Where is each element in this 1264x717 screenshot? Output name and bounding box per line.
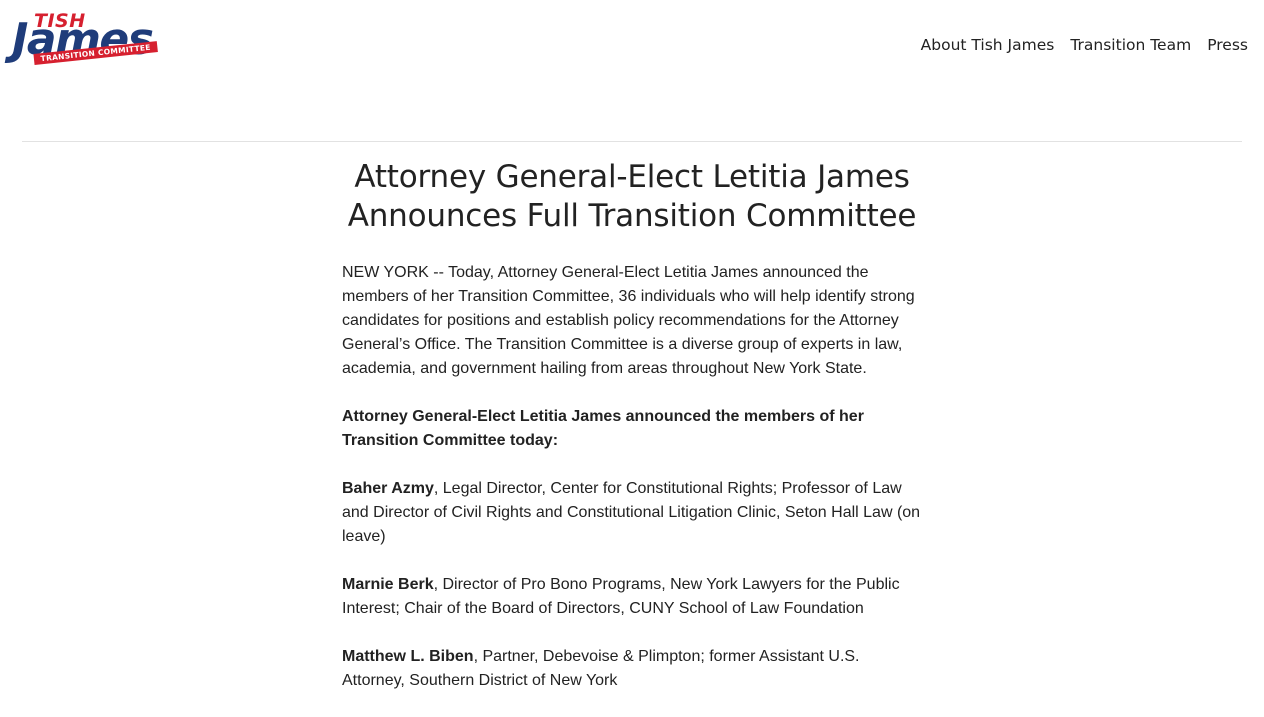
main-nav: About Tish James Transition Team Press	[921, 36, 1248, 54]
member-entry: Matthew L. Biben, Partner, Debevoise & P…	[342, 645, 922, 693]
article-body: NEW YORK -- Today, Attorney General-Elec…	[342, 261, 922, 693]
header-divider	[22, 141, 1242, 142]
member-name: Matthew L. Biben	[342, 648, 474, 665]
article: Attorney General-Elect Letitia James Ann…	[342, 158, 922, 717]
nav-link-press[interactable]: Press	[1207, 36, 1248, 54]
lead-paragraph: Attorney General-Elect Letitia James ann…	[342, 405, 922, 453]
member-entry: Baher Azmy, Legal Director, Center for C…	[342, 477, 922, 549]
nav-link-about[interactable]: About Tish James	[921, 36, 1055, 54]
lead-text: Attorney General-Elect Letitia James ann…	[342, 408, 864, 449]
member-name: Baher Azmy	[342, 480, 434, 497]
site-header: TISH James TRANSITION COMMITTEE About Ti…	[0, 0, 1264, 142]
member-name: Marnie Berk	[342, 576, 434, 593]
member-list: Baher Azmy, Legal Director, Center for C…	[342, 477, 922, 693]
site-logo[interactable]: TISH James TRANSITION COMMITTEE	[12, 10, 162, 76]
nav-link-transition-team[interactable]: Transition Team	[1070, 36, 1191, 54]
article-title: Attorney General-Elect Letitia James Ann…	[347, 159, 917, 234]
intro-paragraph: NEW YORK -- Today, Attorney General-Elec…	[342, 264, 915, 377]
member-entry: Marnie Berk, Director of Pro Bono Progra…	[342, 573, 922, 621]
